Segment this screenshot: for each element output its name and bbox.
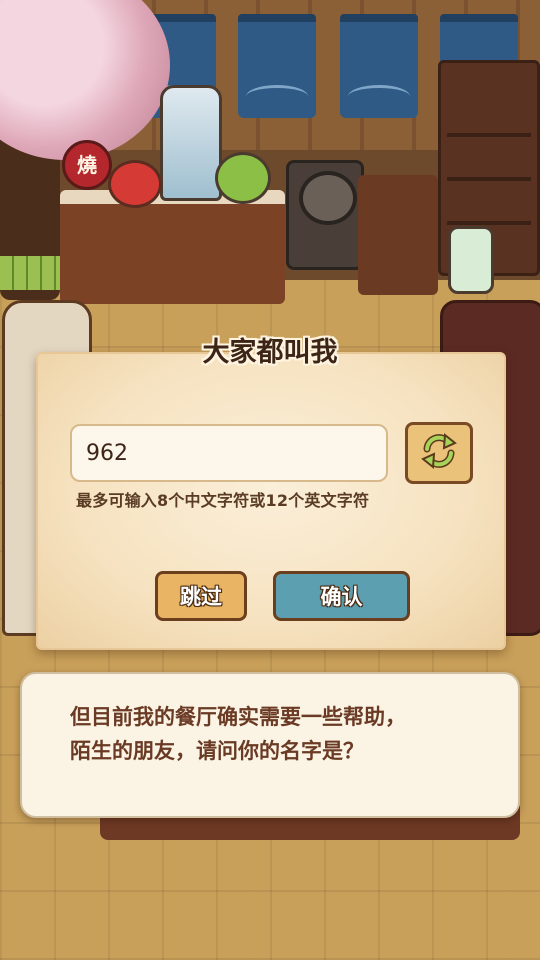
confirm-button[interactable]: 确认 (273, 571, 410, 621)
juice-counter (60, 190, 285, 304)
noren-curtain (238, 14, 316, 118)
dialogue-line-2: 陌生的朋友，请问你的名字是？ (70, 739, 364, 763)
avocado-bowl-icon (215, 152, 271, 204)
strawberry-bowl-icon (108, 160, 162, 208)
recycle-jar-icon (448, 226, 494, 294)
dialogue-line-1: 但目前我的餐厅确实需要一些帮助， (70, 705, 406, 729)
cabinet (358, 175, 438, 295)
blender-icon (160, 85, 222, 201)
refresh-arrows-icon (417, 429, 461, 477)
input-hint: 最多可输入8个中文字符或12个英文字符 (76, 491, 370, 510)
dialogue-box[interactable]: 但目前我的餐厅确实需要一些帮助， 陌生的朋友，请问你的名字是？ (20, 672, 520, 818)
skip-button[interactable]: 跳过 (155, 571, 247, 621)
lantern-icon: 燒 (62, 140, 112, 190)
bamboo-rolls (0, 256, 60, 290)
name-input[interactable] (70, 424, 388, 482)
stove-icon (286, 160, 364, 270)
dialog-title: 大家都叫我 (202, 337, 338, 368)
noren-curtain (340, 14, 418, 118)
refresh-name-button[interactable] (405, 422, 473, 484)
